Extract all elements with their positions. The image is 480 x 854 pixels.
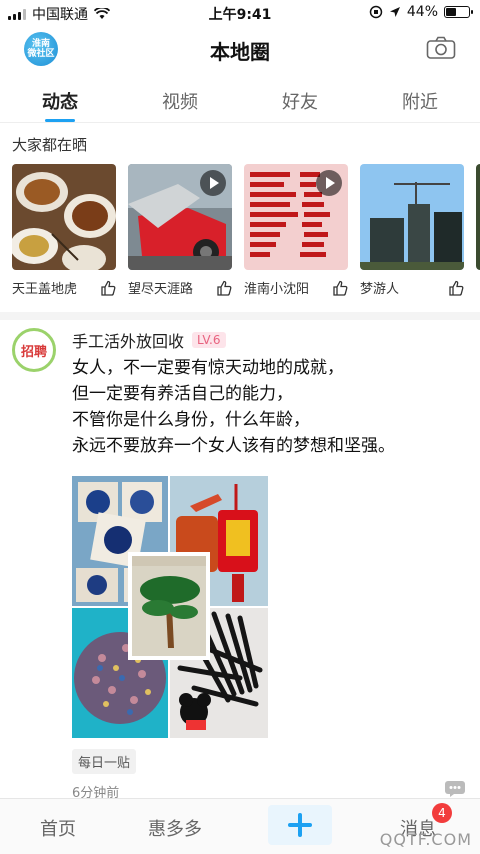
camera-icon[interactable]: [426, 36, 456, 60]
page-title: 本地圈: [210, 40, 270, 64]
message-count-badge: 4: [432, 803, 452, 823]
author-row: 手工活外放回收 LV.6: [72, 328, 226, 352]
story-meta: 天王盖地虎: [12, 278, 116, 297]
tab-label: 附近: [402, 92, 438, 113]
story-strip[interactable]: 天王盖地虎 望尽天涯路 淮南小沈阳 梦游人: [12, 164, 480, 300]
story-name: 梦游人: [360, 282, 400, 297]
post-line: 不管你是什么身份，什么年龄，: [72, 410, 310, 430]
story-thumbnail[interactable]: [12, 164, 116, 270]
section-divider: [0, 312, 480, 320]
story-card[interactable]: 淮南小沈阳: [244, 164, 348, 297]
comment-icon[interactable]: [444, 780, 466, 798]
thumbs-up-icon[interactable]: [332, 280, 348, 296]
divider: [0, 122, 480, 123]
post-text: 女人，不一定要有惊天动地的成就， 但一定要有养活自己的能力， 不管你是什么身份，…: [72, 355, 472, 459]
tab-dynamic[interactable]: 动态: [0, 82, 120, 122]
story-meta: 淮南小沈阳: [244, 278, 348, 297]
story-thumbnail[interactable]: [128, 164, 232, 270]
topic-tag[interactable]: 每日一贴: [72, 749, 137, 774]
tab-bar: 动态 视频 好友 附近: [0, 82, 480, 122]
avatar[interactable]: 招聘: [12, 328, 56, 372]
nav-deals[interactable]: 惠多多: [148, 815, 202, 841]
story-card[interactable]: 望尽天涯路: [128, 164, 232, 297]
story-name: 天王盖地虎: [12, 282, 78, 297]
story-card[interactable]: 梦游人: [360, 164, 464, 297]
thumbs-up-icon[interactable]: [448, 280, 464, 296]
thumbs-up-icon[interactable]: [216, 280, 232, 296]
photo-tree-craft[interactable]: [128, 552, 210, 660]
post-line: 女人，不一定要有惊天动地的成就，: [72, 358, 344, 378]
avatar-text: 招聘: [20, 344, 47, 360]
story-name: 淮南小沈阳: [244, 282, 310, 297]
tab-label: 好友: [282, 92, 318, 113]
author-name[interactable]: 手工活外放回收: [72, 328, 184, 352]
add-post-button[interactable]: [268, 805, 332, 845]
tab-video[interactable]: 视频: [120, 82, 240, 122]
story-name: 望尽天涯路: [128, 282, 194, 297]
battery-percent: 44%: [406, 4, 438, 20]
watermark: QQTF.COM: [379, 830, 472, 849]
nav-bar: 淮南 微社区 本地圈: [0, 26, 480, 72]
post-line: 永远不要放弃一个女人该有的梦想和坚强。: [72, 436, 395, 456]
story-card[interactable]: 天王盖地虎: [12, 164, 116, 297]
status-bar: 中国联通 上午9:41 44%: [0, 0, 480, 24]
thumbs-up-icon[interactable]: [100, 280, 116, 296]
battery-icon: [444, 6, 473, 18]
play-icon[interactable]: [200, 170, 226, 196]
post-photo[interactable]: [72, 476, 268, 738]
story-thumbnail[interactable]: [476, 164, 480, 270]
post-line: 但一定要有养活自己的能力，: [72, 384, 293, 404]
level-badge: LV.6: [192, 332, 226, 348]
tab-label: 动态: [42, 92, 78, 113]
nav-home[interactable]: 首页: [40, 815, 76, 841]
play-icon[interactable]: [316, 170, 342, 196]
tab-nearby[interactable]: 附近: [360, 82, 480, 122]
location-icon: [389, 7, 400, 17]
status-right: 44%: [369, 4, 473, 20]
section-title: 大家都在晒: [12, 136, 88, 154]
story-meta: 望尽天涯路: [128, 278, 232, 297]
story-meta: 梦游人: [360, 278, 464, 297]
orientation-lock-icon: [369, 5, 383, 19]
story-thumbnail[interactable]: [360, 164, 464, 270]
tab-friends[interactable]: 好友: [240, 82, 360, 122]
story-card-partial[interactable]: [476, 164, 480, 270]
story-thumbnail[interactable]: [244, 164, 348, 270]
tab-label: 视频: [162, 92, 198, 113]
